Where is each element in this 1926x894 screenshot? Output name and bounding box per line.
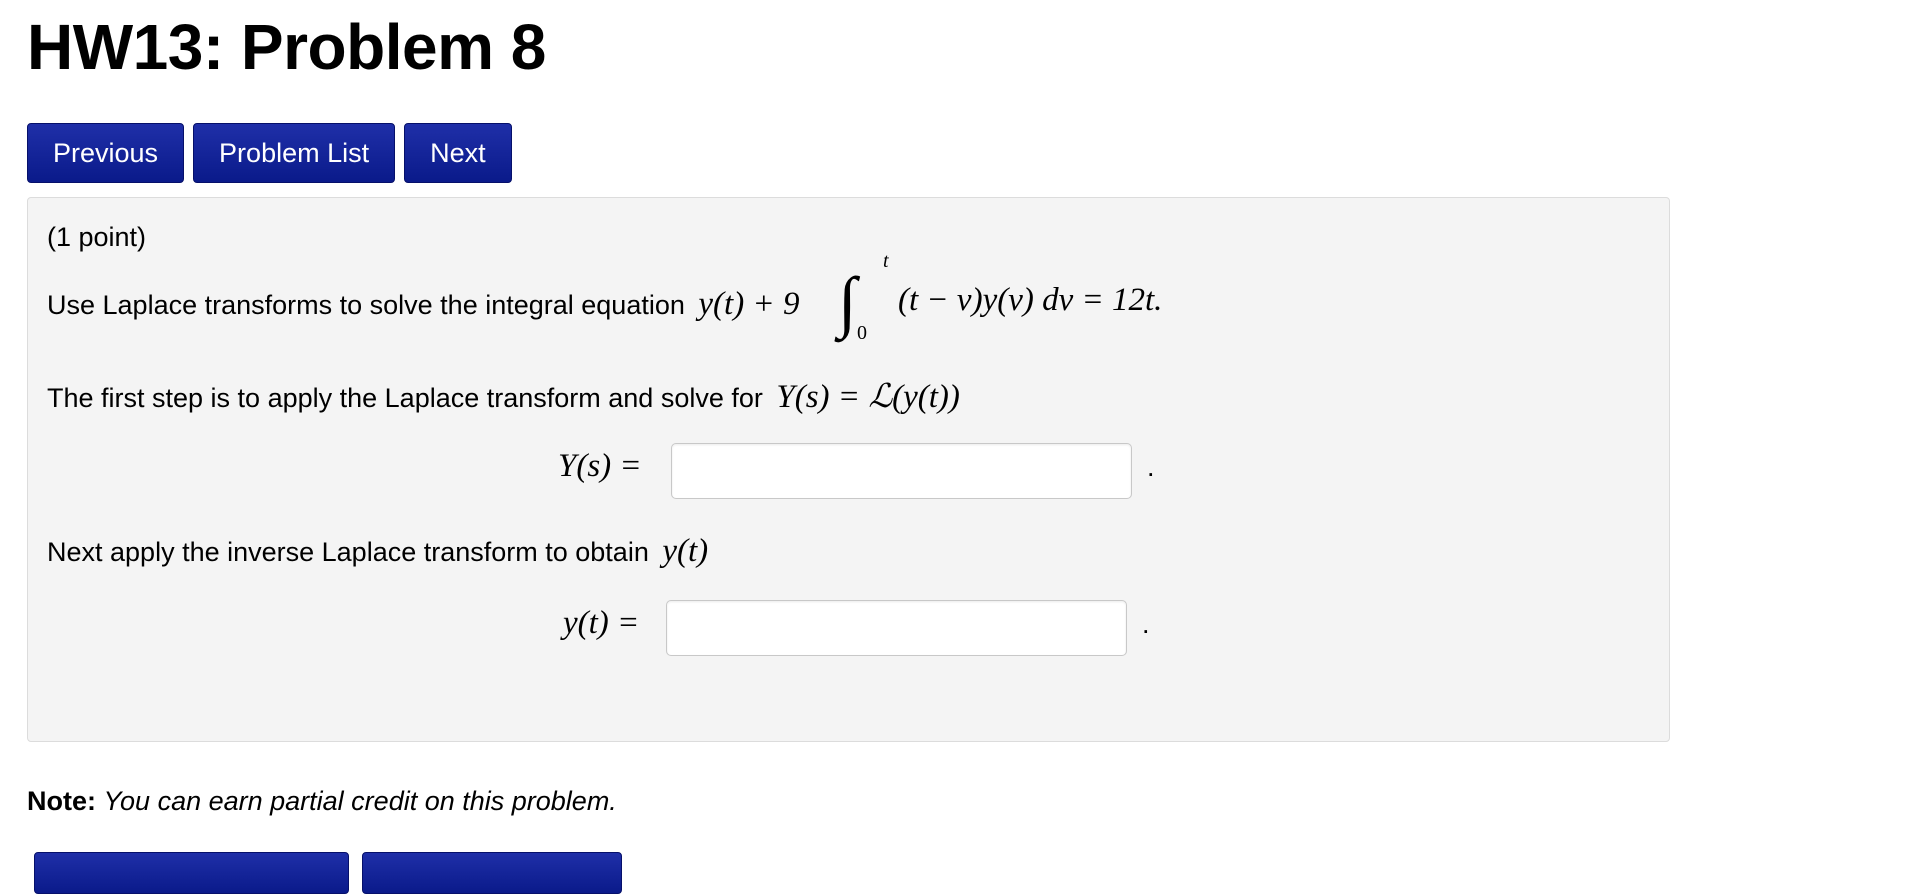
problem-navigation: Previous Problem List Next <box>27 123 512 183</box>
step1-math: Y(s) = ℒ(y(t)) <box>776 379 960 415</box>
intro-text: Use Laplace transforms to solve the inte… <box>47 290 685 320</box>
problem-intro: Use Laplace transforms to solve the inte… <box>47 286 799 323</box>
integral-upper-limit: t <box>883 250 889 272</box>
integral-lower-limit: 0 <box>857 322 867 344</box>
step2-instruction: Next apply the inverse Laplace transform… <box>47 533 708 570</box>
partial-credit-note: Note: You can earn partial credit on thi… <box>27 786 617 817</box>
step2-math: y(t) <box>662 533 709 569</box>
step1-instruction: The first step is to apply the Laplace t… <box>47 376 960 416</box>
laplace-answer-input[interactable] <box>671 443 1132 499</box>
next-button[interactable]: Next <box>404 123 512 183</box>
equation-integrand: (t − v)y(v) dv = 12t. <box>898 282 1163 318</box>
note-label: Note: <box>27 786 96 816</box>
answer1-label: Y(s) = <box>558 448 642 484</box>
step2-text: Next apply the inverse Laplace transform… <box>47 537 649 567</box>
note-text: You can earn partial credit on this prob… <box>103 786 617 816</box>
equation-lhs: y(t) + 9 <box>698 286 800 322</box>
answer2-label: y(t) = <box>563 605 640 641</box>
page-title: HW13: Problem 8 <box>27 11 546 83</box>
step1-text: The first step is to apply the Laplace t… <box>47 383 763 413</box>
problem-list-button[interactable]: Problem List <box>193 123 396 183</box>
points-label: (1 point) <box>47 222 147 252</box>
preview-answers-button[interactable] <box>34 852 349 894</box>
problem-panel: (1 point) Use Laplace transforms to solv… <box>27 197 1670 742</box>
previous-button[interactable]: Previous <box>27 123 185 183</box>
answer2-period: . <box>1142 609 1150 639</box>
inverse-laplace-answer-input[interactable] <box>666 600 1127 656</box>
submit-answers-button[interactable] <box>362 852 622 894</box>
answer1-period: . <box>1147 452 1155 482</box>
integral-sign: ∫ <box>838 263 857 339</box>
